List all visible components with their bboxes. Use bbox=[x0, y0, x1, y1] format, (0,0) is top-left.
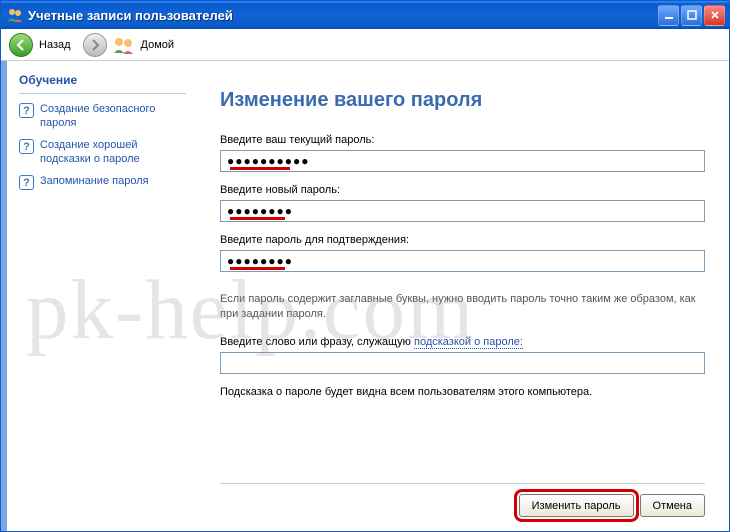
confirm-password-label: Введите пароль для подтверждения: bbox=[220, 234, 705, 246]
main-content: pk-help.com Изменение вашего пароля Введ… bbox=[196, 61, 729, 531]
minimize-button[interactable] bbox=[658, 5, 679, 26]
password-hint-input[interactable] bbox=[220, 352, 705, 374]
close-button[interactable] bbox=[704, 5, 725, 26]
hint-label: Введите слово или фразу, служащую подска… bbox=[220, 336, 705, 348]
sidebar-item-label: Создание безопасного пароля bbox=[40, 102, 186, 130]
window: Учетные записи пользователей Назад До bbox=[0, 0, 730, 532]
sidebar-item-remember-password[interactable]: ? Запоминание пароля bbox=[19, 174, 186, 190]
sidebar-item-label: Запоминание пароля bbox=[40, 174, 149, 188]
current-password-label: Введите ваш текущий пароль: bbox=[220, 134, 705, 146]
annotation-underline bbox=[230, 217, 285, 220]
nav-toolbar: Назад Домой bbox=[1, 29, 729, 61]
help-icon: ? bbox=[19, 103, 34, 118]
page-title: Изменение вашего пароля bbox=[220, 89, 705, 112]
cancel-button[interactable]: Отмена bbox=[640, 494, 705, 517]
sidebar-item-safe-password[interactable]: ? Создание безопасного пароля bbox=[19, 102, 186, 130]
help-icon: ? bbox=[19, 139, 34, 154]
window-title: Учетные записи пользователей bbox=[28, 8, 656, 23]
caps-note: Если пароль содержит заглавные буквы, ну… bbox=[220, 292, 705, 322]
new-password-label: Введите новый пароль: bbox=[220, 184, 705, 196]
hint-help-link[interactable]: подсказкой о пароле: bbox=[414, 336, 523, 349]
current-password-input[interactable] bbox=[220, 150, 705, 172]
sidebar: Обучение ? Создание безопасного пароля ?… bbox=[1, 61, 196, 531]
back-button[interactable] bbox=[9, 33, 33, 57]
body: Обучение ? Создание безопасного пароля ?… bbox=[1, 61, 729, 531]
titlebar: Учетные записи пользователей bbox=[1, 1, 729, 29]
sidebar-item-label: Создание хорошей подсказки о пароле bbox=[40, 138, 186, 166]
users-icon bbox=[7, 7, 23, 23]
sidebar-heading: Обучение bbox=[19, 73, 186, 94]
new-password-input[interactable] bbox=[220, 200, 705, 222]
sidebar-item-password-hint[interactable]: ? Создание хорошей подсказки о пароле bbox=[19, 138, 186, 166]
maximize-button[interactable] bbox=[681, 5, 702, 26]
change-password-button[interactable]: Изменить пароль bbox=[519, 494, 634, 517]
help-icon: ? bbox=[19, 175, 34, 190]
hint-label-text: Введите слово или фразу, служащую bbox=[220, 336, 414, 348]
annotation-underline bbox=[230, 167, 290, 170]
forward-button[interactable] bbox=[83, 33, 107, 57]
back-label: Назад bbox=[39, 39, 71, 51]
home-label: Домой bbox=[141, 39, 175, 51]
hint-visibility-note: Подсказка о пароле будет видна всем поль… bbox=[220, 386, 705, 398]
footer: Изменить пароль Отмена bbox=[220, 483, 705, 517]
annotation-underline bbox=[230, 267, 285, 270]
confirm-password-input[interactable] bbox=[220, 250, 705, 272]
home-icon[interactable] bbox=[113, 36, 135, 54]
